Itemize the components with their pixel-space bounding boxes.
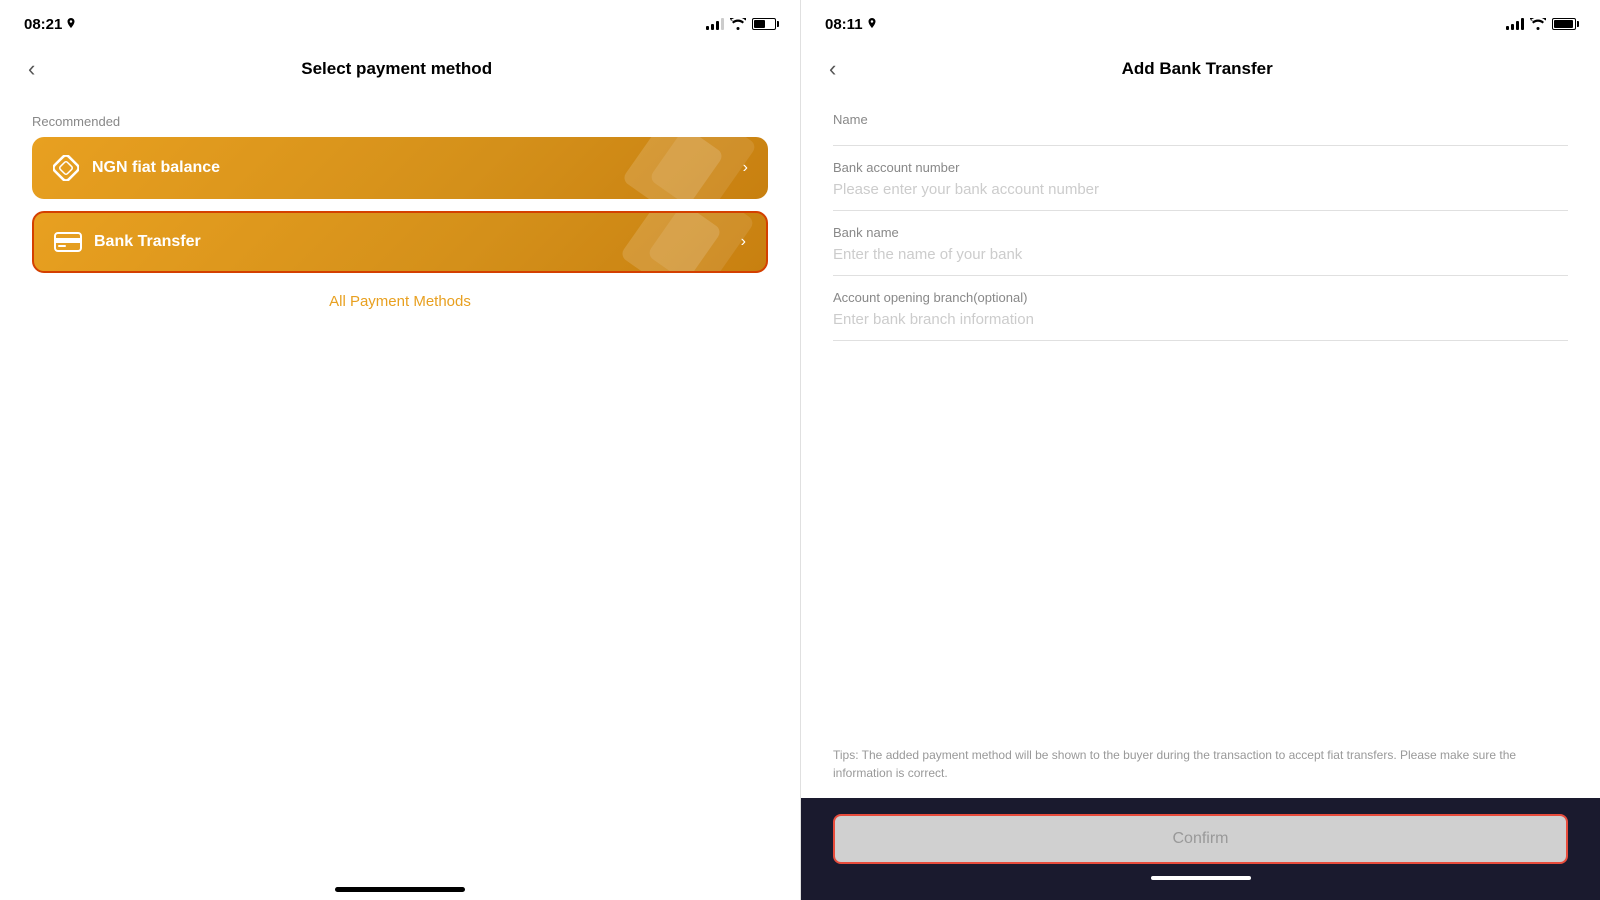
recommended-label: Recommended xyxy=(0,106,800,137)
ngn-chevron-icon: › xyxy=(743,159,748,177)
bank-transfer-option[interactable]: Bank Transfer › xyxy=(32,211,768,273)
left-battery-icon xyxy=(752,18,776,30)
right-back-button[interactable]: ‹ xyxy=(821,52,844,86)
left-time: 08:21 xyxy=(24,16,76,33)
left-status-bar: 08:21 xyxy=(0,0,800,44)
left-status-icons xyxy=(706,18,776,30)
payment-options-list: NGN fiat balance › Bank Transfer › xyxy=(0,137,800,273)
bank-name-label: Bank name xyxy=(833,225,1568,240)
bottom-bar: Confirm xyxy=(801,798,1600,900)
ngn-icon xyxy=(52,154,80,182)
account-opening-branch-field[interactable]: Account opening branch(optional) Enter b… xyxy=(833,276,1568,341)
right-status-icons xyxy=(1506,18,1576,30)
tips-section: Tips: The added payment method will be s… xyxy=(801,730,1600,798)
right-signal-icon xyxy=(1506,18,1524,30)
confirm-button[interactable]: Confirm xyxy=(833,814,1568,864)
right-battery-icon xyxy=(1552,18,1576,30)
bank-transfer-chevron-icon: › xyxy=(741,233,746,251)
account-opening-branch-value[interactable]: Enter bank branch information xyxy=(833,311,1568,340)
tips-text: Tips: The added payment method will be s… xyxy=(833,746,1568,782)
bank-account-number-value[interactable]: Please enter your bank account number xyxy=(833,181,1568,210)
bank-name-field[interactable]: Bank name Enter the name of your bank xyxy=(833,211,1568,276)
bank-transfer-label: Bank Transfer xyxy=(94,233,201,251)
right-wifi-icon xyxy=(1530,18,1546,30)
name-field[interactable]: Name xyxy=(833,98,1568,146)
left-screen: 08:21 ‹ Select payment method Recommend xyxy=(0,0,800,900)
bank-card-icon xyxy=(54,228,82,256)
left-back-button[interactable]: ‹ xyxy=(20,52,43,86)
left-location-icon xyxy=(66,18,76,30)
all-payment-methods-link[interactable]: All Payment Methods xyxy=(0,273,800,330)
bank-account-number-label: Bank account number xyxy=(833,160,1568,175)
left-home-indicator xyxy=(335,887,465,892)
add-bank-transfer-form: Name Bank account number Please enter yo… xyxy=(801,98,1600,730)
account-opening-branch-label: Account opening branch(optional) xyxy=(833,290,1568,305)
ngn-fiat-option[interactable]: NGN fiat balance › xyxy=(32,137,768,199)
right-status-bar: 08:11 xyxy=(801,0,1600,44)
right-time: 08:11 xyxy=(825,16,877,33)
ngn-fiat-label: NGN fiat balance xyxy=(92,159,220,177)
name-field-label: Name xyxy=(833,112,1568,127)
right-header-title: Add Bank Transfer xyxy=(844,59,1550,79)
left-signal-icon xyxy=(706,18,724,30)
right-screen: 08:11 ‹ Add Bank Transfer xyxy=(800,0,1600,900)
right-location-icon xyxy=(867,18,877,30)
bank-account-number-field[interactable]: Bank account number Please enter your ba… xyxy=(833,146,1568,211)
left-header-title: Select payment method xyxy=(43,59,750,79)
left-header: ‹ Select payment method xyxy=(0,44,800,98)
left-wifi-icon xyxy=(730,18,746,30)
right-header: ‹ Add Bank Transfer xyxy=(801,44,1600,98)
name-field-value[interactable] xyxy=(833,133,1568,145)
bank-name-value[interactable]: Enter the name of your bank xyxy=(833,246,1568,275)
right-home-indicator xyxy=(1151,876,1251,880)
